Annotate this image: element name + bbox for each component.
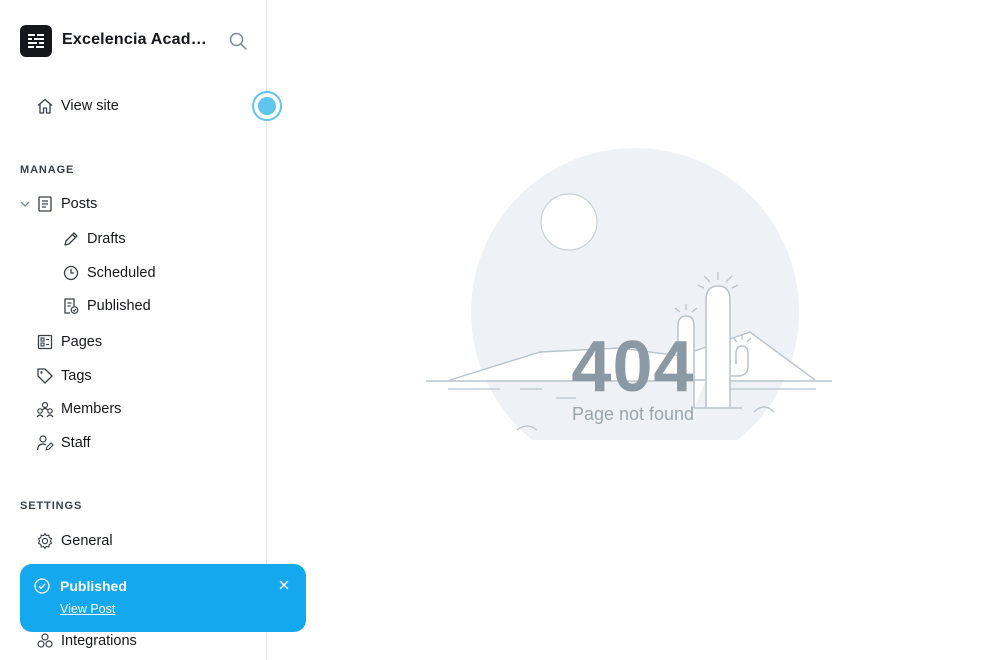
search-icon	[229, 32, 247, 50]
error-code: 404	[571, 327, 695, 407]
nav-scheduled-label: Scheduled	[87, 265, 156, 281]
settings-section-label: SETTINGS	[20, 500, 83, 512]
nav-general-label: General	[61, 533, 113, 549]
nav-tags[interactable]: Tags	[36, 364, 92, 388]
published-icon	[62, 297, 80, 315]
nav-published[interactable]: Published	[62, 294, 151, 318]
nav-members-label: Members	[61, 401, 122, 417]
nav-members[interactable]: Members	[36, 397, 121, 421]
pages-icon	[36, 333, 54, 351]
home-icon	[36, 97, 54, 115]
nav-view-site[interactable]: View site	[36, 94, 119, 118]
nav-posts[interactable]: Posts	[36, 192, 97, 216]
nav-integrations-label: Integrations	[61, 633, 137, 649]
nav-pages-label: Pages	[61, 334, 103, 350]
nav-view-site-label: View site	[61, 98, 119, 114]
nav-posts-label: Posts	[61, 196, 98, 212]
error-message: Page not found	[571, 404, 695, 424]
manage-section-label: MANAGE	[20, 164, 75, 176]
pencil-icon	[62, 230, 80, 248]
sidebar: Excelencia Acade... View site MANAGE Pos…	[0, 0, 267, 660]
posts-collapse-toggle[interactable]	[19, 197, 31, 209]
check-circle-icon	[34, 578, 50, 594]
nav-general[interactable]: General	[36, 529, 113, 553]
close-icon	[279, 580, 289, 590]
site-title[interactable]: Excelencia Acade...	[62, 31, 212, 49]
nav-pages[interactable]: Pages	[36, 330, 102, 354]
posts-icon	[36, 195, 54, 213]
toast-title: Published	[60, 578, 127, 594]
published-toast: Published View Post	[20, 564, 306, 632]
nav-drafts-label: Drafts	[87, 231, 126, 247]
tag-icon	[36, 367, 54, 385]
nav-integrations[interactable]: Integrations	[36, 629, 137, 653]
gear-icon	[36, 532, 54, 550]
members-icon	[36, 400, 54, 418]
nav-scheduled[interactable]: Scheduled	[62, 261, 156, 285]
site-logo[interactable]	[20, 25, 52, 57]
logo-icon	[28, 34, 44, 48]
search-button[interactable]	[228, 31, 248, 51]
clock-icon	[62, 264, 80, 282]
integrations-icon	[36, 632, 54, 650]
sidebar-resize-handle[interactable]	[252, 91, 282, 121]
nav-drafts[interactable]: Drafts	[62, 227, 126, 251]
nav-staff[interactable]: Staff	[36, 431, 91, 455]
nav-published-label: Published	[87, 298, 151, 314]
nav-staff-label: Staff	[61, 435, 91, 451]
nav-tags-label: Tags	[61, 368, 92, 384]
chevron-down-icon	[20, 201, 30, 207]
view-post-link[interactable]: View Post	[60, 602, 115, 616]
toast-close-button[interactable]	[277, 578, 291, 592]
staff-icon	[36, 434, 54, 452]
